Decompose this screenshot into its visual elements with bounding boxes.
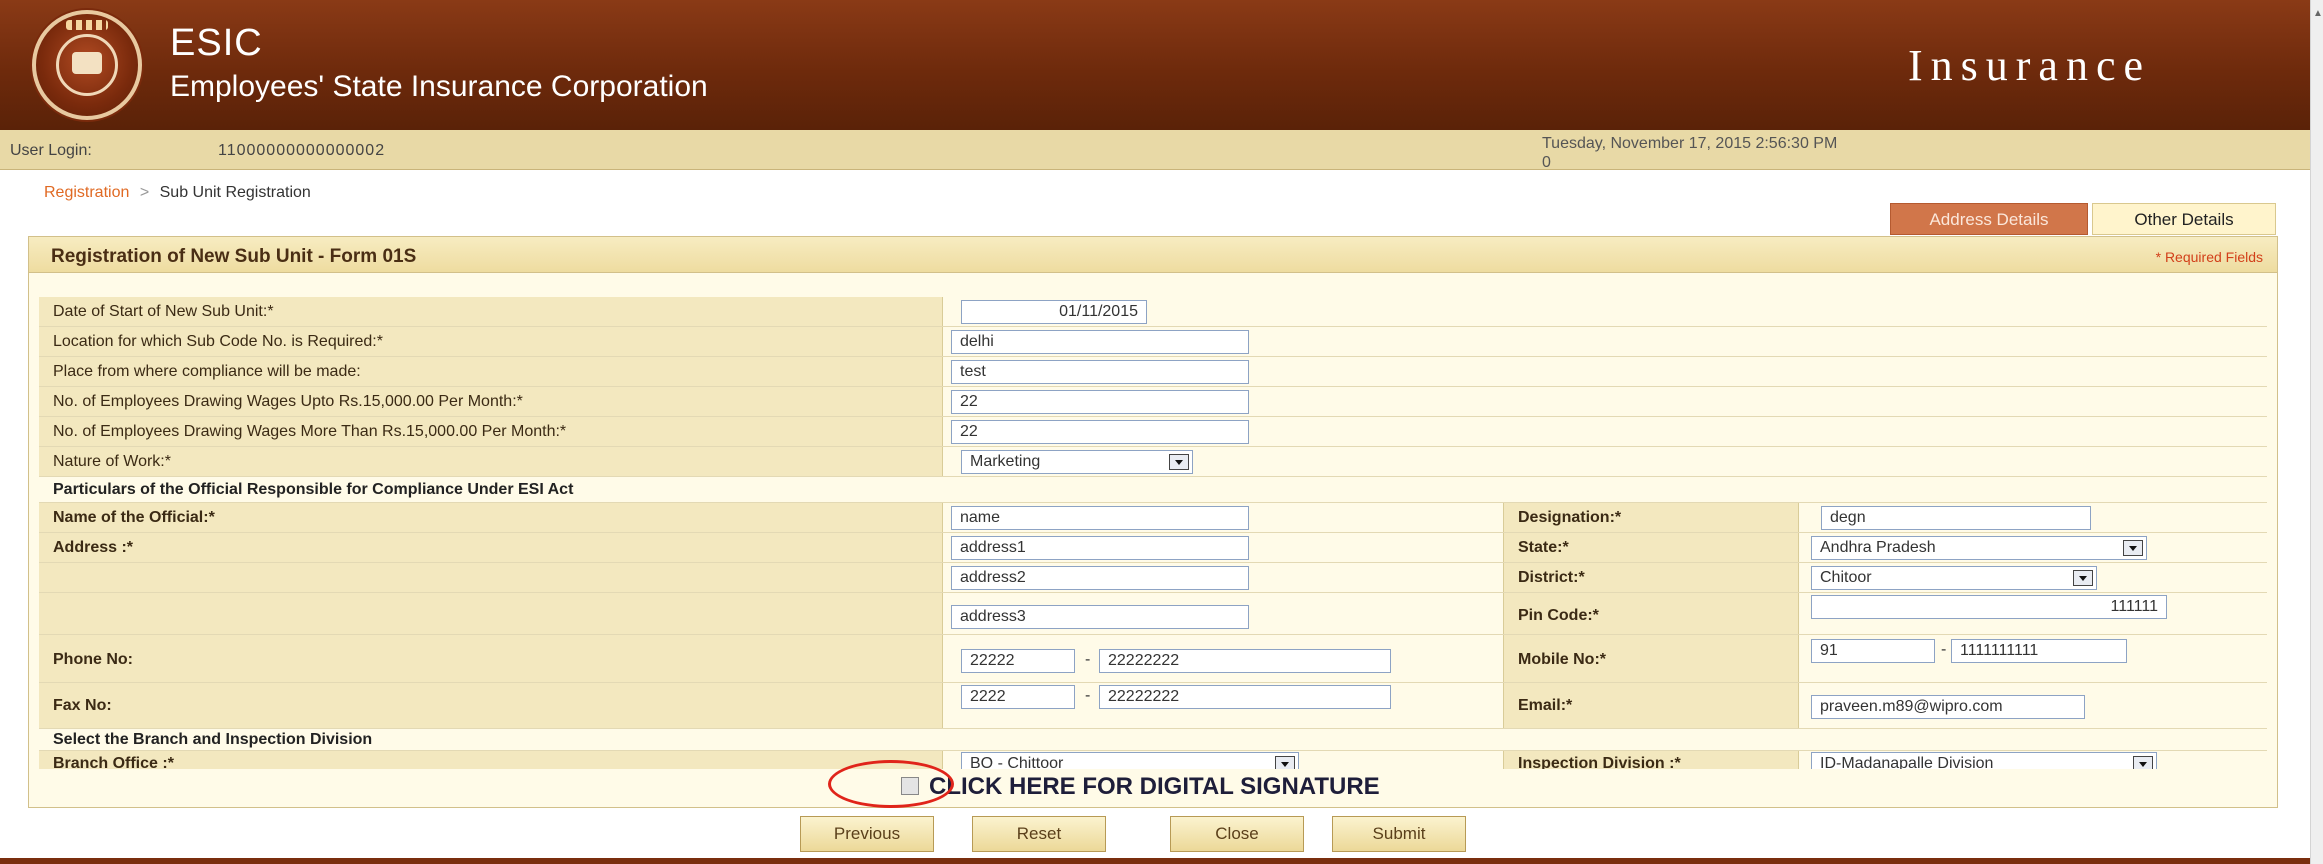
address3-field[interactable]: address3 — [951, 605, 1249, 629]
section-official: Particulars of the Official Responsible … — [39, 477, 2267, 503]
nature-of-work-value: Marketing — [970, 453, 1041, 470]
row-emp-upto: No. of Employees Drawing Wages Upto Rs.1… — [39, 387, 2267, 417]
district-label: District:* — [1518, 569, 1585, 586]
row-fax-email: Fax No: 2222 - 22222222 Email:* praveen.… — [39, 683, 2267, 729]
section-brand-title: Insurance — [1908, 41, 2152, 90]
email-field[interactable]: praveen.m89@wipro.com — [1811, 695, 2085, 719]
row-compliance-place: Place from where compliance will be made… — [39, 357, 2267, 387]
address2-field[interactable]: address2 — [951, 566, 1249, 590]
fax-number-field[interactable]: 22222222 — [1099, 685, 1391, 709]
location-field[interactable]: delhi — [951, 330, 1249, 354]
row-address1: Address :* address1 State:* Andhra Prade… — [39, 533, 2267, 563]
official-name-field[interactable]: name — [951, 506, 1249, 530]
form-title: Registration of New Sub Unit - Form 01S — [51, 246, 417, 267]
chevron-down-icon[interactable] — [2123, 540, 2143, 556]
chevron-down-icon[interactable] — [1169, 454, 1189, 470]
nature-of-work-select[interactable]: Marketing — [961, 450, 1193, 474]
breadcrumb-current: Sub Unit Registration — [159, 184, 311, 201]
emp-upto-label: No. of Employees Drawing Wages Upto Rs.1… — [53, 393, 523, 410]
submit-button[interactable]: Submit — [1332, 816, 1466, 852]
app-header: ESIC Employees' State Insurance Corporat… — [0, 0, 2310, 130]
tab-other-details[interactable]: Other Details — [2092, 203, 2276, 235]
district-select[interactable]: Chitoor — [1811, 566, 2097, 590]
state-value: Andhra Pradesh — [1820, 539, 1936, 556]
mobile-code-field[interactable]: 91 — [1811, 639, 1935, 663]
phone-code-field[interactable]: 22222 — [961, 649, 1075, 673]
reset-button[interactable]: Reset — [972, 816, 1106, 852]
org-short-name: ESIC — [170, 22, 263, 64]
state-select[interactable]: Andhra Pradesh — [1811, 536, 2147, 560]
row-nature-of-work: Nature of Work:* Marketing — [39, 447, 2267, 477]
phone-dash: - — [1085, 651, 1091, 668]
nature-of-work-label: Nature of Work:* — [53, 453, 171, 470]
district-value: Chitoor — [1820, 569, 1872, 586]
row-start-date: Date of Start of New Sub Unit:* 01/11/20… — [39, 297, 2267, 327]
breadcrumb-registration-link[interactable]: Registration — [44, 184, 129, 201]
row-location: Location for which Sub Code No. is Requi… — [39, 327, 2267, 357]
mobile-dash: - — [1941, 641, 1947, 658]
digital-signature-link[interactable]: CLICK HERE FOR DIGITAL SIGNATURE — [929, 773, 1380, 801]
emp-more-label: No. of Employees Drawing Wages More Than… — [53, 423, 567, 440]
compliance-place-field[interactable]: test — [951, 360, 1249, 384]
row-phone-mobile: Phone No: 22222 - 22222222 Mobile No:* 9… — [39, 635, 2267, 683]
compliance-place-label: Place from where compliance will be made… — [53, 363, 361, 380]
pin-code-label: Pin Code:* — [1518, 607, 1599, 624]
scroll-up-icon[interactable]: ▲ — [2313, 8, 2323, 19]
org-full-name: Employees' State Insurance Corporation — [170, 70, 708, 103]
row-official-name: Name of the Official:* name Designation:… — [39, 503, 2267, 533]
breadcrumb: Registration > Sub Unit Registration — [44, 184, 311, 202]
phone-number-field[interactable]: 22222222 — [1099, 649, 1391, 673]
user-login-label: User Login: — [10, 142, 92, 159]
user-login-id: 11000000000000002 — [218, 142, 386, 159]
close-button[interactable]: Close — [1170, 816, 1304, 852]
previous-button[interactable]: Previous — [800, 816, 934, 852]
esic-emblem-icon — [32, 10, 142, 120]
digital-signature-row: CLICK HERE FOR DIGITAL SIGNATURE — [39, 769, 2267, 801]
chevron-down-icon[interactable] — [2073, 570, 2093, 586]
designation-field[interactable]: degn — [1821, 506, 2091, 530]
pin-code-field[interactable]: 111111 — [1811, 595, 2167, 619]
datetime-line: Tuesday, November 17, 2015 2:56:30 PM — [1542, 135, 1838, 152]
current-datetime: Tuesday, November 17, 2015 2:56:30 PM 0 — [1542, 134, 2042, 172]
required-fields-note: * Required Fields — [2155, 249, 2263, 265]
state-label: State:* — [1518, 539, 1569, 556]
window-scrollbar[interactable] — [2310, 0, 2323, 864]
row-address3: address3 Pin Code:* 111111 — [39, 593, 2267, 635]
address-label: Address :* — [53, 539, 134, 556]
email-label: Email:* — [1518, 697, 1573, 714]
emp-more-field[interactable]: 22 — [951, 420, 1249, 444]
phone-label: Phone No: — [53, 651, 133, 668]
start-date-label: Date of Start of New Sub Unit:* — [53, 303, 274, 320]
fax-code-field[interactable]: 2222 — [961, 685, 1075, 709]
section-official-title: Particulars of the Official Responsible … — [53, 481, 574, 498]
mobile-number-field[interactable]: 1111111111 — [1951, 639, 2127, 663]
start-date-field[interactable]: 01/11/2015 — [961, 300, 1147, 324]
datetime-extra: 0 — [1542, 154, 1551, 171]
row-emp-more: No. of Employees Drawing Wages More Than… — [39, 417, 2267, 447]
designation-label: Designation:* — [1518, 509, 1622, 526]
mobile-label: Mobile No:* — [1518, 651, 1606, 668]
breadcrumb-separator: > — [139, 184, 150, 201]
registration-form: Registration of New Sub Unit - Form 01S … — [28, 236, 2278, 808]
emp-upto-field[interactable]: 22 — [951, 390, 1249, 414]
login-bar: User Login: 11000000000000002 Tuesday, N… — [0, 130, 2310, 172]
section-branch-title: Select the Branch and Inspection Divisio… — [53, 731, 373, 748]
section-branch: Select the Branch and Inspection Divisio… — [39, 729, 2267, 751]
tab-address-details[interactable]: Address Details — [1890, 203, 2088, 235]
location-label: Location for which Sub Code No. is Requi… — [53, 333, 383, 350]
fax-label: Fax No: — [53, 697, 112, 714]
fax-dash: - — [1085, 687, 1091, 704]
form-header: Registration of New Sub Unit - Form 01S … — [29, 237, 2277, 273]
annotation-circle — [828, 760, 954, 808]
row-address2: address2 District:* Chitoor — [39, 563, 2267, 593]
address1-field[interactable]: address1 — [951, 536, 1249, 560]
footer-bar — [0, 858, 2310, 864]
official-name-label: Name of the Official:* — [53, 509, 215, 526]
